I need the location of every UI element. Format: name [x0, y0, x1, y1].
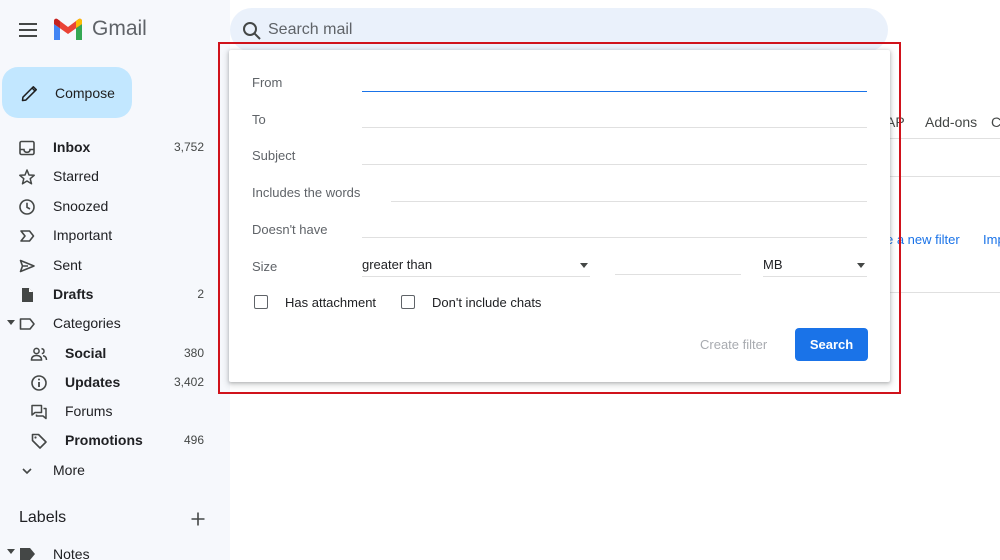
caret-down-icon[interactable] — [7, 320, 15, 326]
add-label-plus-icon[interactable] — [189, 510, 207, 528]
sidebar-item-label: Categories — [53, 315, 121, 331]
subject-input[interactable] — [362, 143, 867, 165]
sidebar-item-snoozed[interactable]: Snoozed — [0, 192, 218, 220]
subject-label: Subject — [252, 148, 296, 163]
doesnt-have-input[interactable] — [362, 216, 867, 238]
settings-tab-addons[interactable]: Add-ons — [925, 114, 977, 130]
compose-button[interactable]: Compose — [2, 67, 132, 118]
search-button[interactable]: Search — [795, 328, 868, 361]
sidebar-item-social[interactable]: Social 380 — [0, 339, 218, 367]
unread-count: 3,402 — [173, 375, 204, 389]
gmail-logo-icon[interactable] — [52, 16, 84, 44]
send-icon — [19, 259, 35, 273]
main-menu-icon[interactable] — [16, 18, 40, 42]
size-operator-value: greater than — [362, 257, 433, 272]
clock-icon — [19, 199, 35, 215]
sidebar-item-sent[interactable]: Sent — [0, 251, 218, 279]
unread-count: 2 — [197, 287, 204, 301]
has-attachment-checkbox[interactable] — [254, 295, 268, 309]
app-name: Gmail — [92, 17, 147, 40]
sidebar-item-important[interactable]: Important — [0, 221, 218, 249]
sidebar-item-promotions[interactable]: Promotions 496 — [0, 426, 218, 454]
people-icon — [30, 347, 48, 361]
sidebar-item-forums[interactable]: Forums — [0, 397, 218, 425]
sidebar: Gmail Compose Inbox 3,752 Starred Snooze… — [0, 0, 230, 560]
pencil-icon — [21, 85, 37, 101]
important-label-icon — [20, 230, 35, 242]
info-icon — [31, 375, 47, 391]
has-attachment-label[interactable]: Has attachment — [285, 295, 376, 310]
search-icon[interactable] — [242, 21, 262, 41]
sidebar-item-label: Starred — [53, 168, 99, 184]
label-filled-icon — [20, 548, 35, 560]
size-operator-select[interactable]: greater than — [362, 253, 590, 277]
label-item-notes[interactable]: Notes — [53, 546, 90, 560]
dropdown-arrow-icon — [580, 263, 588, 268]
sidebar-item-drafts[interactable]: Drafts 2 — [0, 280, 218, 308]
advanced-search-dialog: From To Subject Includes the words Doesn… — [229, 50, 890, 382]
unread-count: 3,752 — [173, 140, 204, 154]
sidebar-item-categories[interactable]: Categories — [0, 309, 218, 337]
dropdown-arrow-icon — [857, 263, 865, 268]
to-input[interactable] — [362, 106, 867, 128]
sidebar-item-label: Inbox — [53, 139, 91, 155]
chevron-down-icon — [22, 468, 32, 475]
inbox-icon — [19, 140, 35, 156]
label-tag-icon — [19, 318, 35, 330]
sidebar-item-more[interactable]: More — [0, 456, 218, 484]
sidebar-item-label: Updates — [65, 374, 121, 390]
tag-icon — [31, 433, 47, 449]
sidebar-item-label: Promotions — [65, 432, 143, 448]
sidebar-item-label: Sent — [53, 257, 82, 273]
size-unit-value: MB — [763, 257, 783, 272]
sidebar-item-label: Drafts — [53, 286, 94, 302]
size-unit-select[interactable]: MB — [763, 253, 867, 277]
sidebar-item-label: Forums — [65, 403, 113, 419]
sidebar-item-updates[interactable]: Updates 3,402 — [0, 368, 218, 396]
from-input[interactable] — [362, 70, 867, 92]
unread-count: 380 — [183, 346, 204, 360]
unread-count: 496 — [183, 433, 204, 447]
labels-heading: Labels — [19, 509, 67, 526]
sidebar-item-starred[interactable]: Starred — [0, 162, 218, 190]
to-label: To — [252, 112, 266, 127]
forum-icon — [31, 404, 47, 420]
includes-words-input[interactable] — [391, 180, 867, 202]
dont-include-chats-checkbox[interactable] — [401, 295, 415, 309]
import-filters-link[interactable]: Imp — [983, 232, 1000, 247]
star-icon — [19, 169, 35, 185]
sidebar-item-inbox[interactable]: Inbox 3,752 — [0, 133, 218, 161]
dont-include-chats-label[interactable]: Don't include chats — [432, 295, 541, 310]
settings-tab-partial[interactable]: C — [991, 114, 1000, 130]
doesnt-have-label: Doesn't have — [252, 222, 328, 237]
sidebar-item-label: Social — [65, 345, 107, 361]
from-label: From — [252, 75, 283, 90]
sidebar-item-label: Snoozed — [53, 198, 109, 214]
compose-label: Compose — [55, 84, 115, 101]
size-value-input[interactable] — [615, 253, 741, 275]
caret-down-icon[interactable] — [7, 549, 15, 555]
sidebar-item-label: Important — [53, 227, 113, 243]
draft-file-icon — [22, 288, 33, 302]
create-filter-button[interactable]: Create filter — [700, 337, 767, 352]
sidebar-item-label: More — [53, 462, 85, 478]
size-label: Size — [252, 259, 278, 274]
includes-words-label: Includes the words — [252, 185, 361, 200]
